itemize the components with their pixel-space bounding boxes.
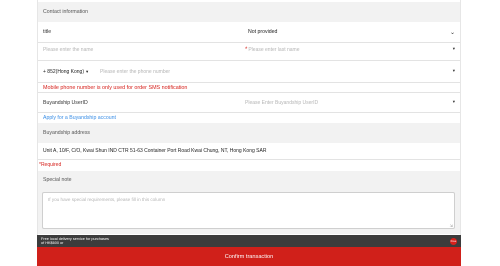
- special-note-title: Special note: [43, 177, 72, 183]
- last-name-placeholder: Please enter last name: [248, 47, 300, 53]
- address-title: Buyandship address: [43, 130, 91, 136]
- phone-code-select[interactable]: + 852(Hong Kong) ▾: [38, 62, 100, 82]
- required-note: *Required: [39, 162, 62, 168]
- buyandship-label-cell: Buyandship UserID: [38, 93, 243, 112]
- special-note-header: Special note: [38, 171, 460, 189]
- promo-text: Free local delivery service for purchase…: [41, 237, 109, 246]
- buyandship-label: Buyandship UserID: [43, 99, 88, 106]
- contact-info-header: Contact information: [38, 2, 460, 22]
- first-name-placeholder: Please enter the name: [43, 47, 94, 53]
- address-value-cell: Unit A, 10/F, C/O, Kwai Shun IND CTR 51-…: [38, 143, 460, 159]
- buyandship-placeholder: Please Enter Buyandship UserID: [245, 99, 319, 106]
- buyandship-row: Buyandship UserID Please Enter Buyandshi…: [38, 92, 460, 113]
- phone-placeholder: Please enter the phone number: [100, 69, 171, 75]
- phone-note: Mobile phone number is only used for ord…: [43, 85, 188, 91]
- title-label-cell: title: [38, 22, 243, 42]
- chevron-down-icon: ▾: [86, 69, 89, 74]
- required-mark: *: [245, 47, 248, 53]
- special-note-placeholder: If you have special requirements, please…: [48, 197, 166, 202]
- dropdown-caret-icon: ▾: [452, 99, 455, 104]
- confirm-transaction-button[interactable]: Confirm transaction: [37, 247, 461, 266]
- dropdown-caret-icon: ▾: [452, 46, 455, 51]
- address-value: Unit A, 10/F, C/O, Kwai Shun IND CTR 51-…: [43, 148, 267, 154]
- resize-handle-icon[interactable]: ⇲: [450, 223, 453, 228]
- promo-banner: Free local delivery service for purchase…: [37, 235, 461, 247]
- address-header: Buyandship address: [38, 123, 460, 143]
- phone-code-value: + 852(Hong Kong): [43, 69, 85, 75]
- contact-info-title: Contact information: [43, 9, 88, 15]
- apply-buyandship-link[interactable]: Apply for a Buyandship account: [43, 115, 116, 121]
- phone-number-field[interactable]: Please enter the phone number ▾: [100, 62, 460, 82]
- chevron-down-icon: ⌄: [449, 30, 455, 36]
- title-select[interactable]: Not provided ⌄: [243, 22, 460, 42]
- buyandship-userid-field[interactable]: Please Enter Buyandship UserID ▾: [243, 93, 460, 112]
- free-badge-label: Free: [450, 239, 457, 244]
- free-badge: Free: [450, 238, 457, 245]
- special-note-textarea[interactable]: If you have special requirements, please…: [42, 192, 455, 229]
- address-row: Unit A, 10/F, C/O, Kwai Shun IND CTR 51-…: [38, 143, 460, 160]
- title-label: title: [43, 29, 52, 35]
- name-row: Please enter the name * Please enter las…: [38, 40, 460, 61]
- confirm-label: Confirm transaction: [224, 253, 274, 260]
- first-name-field[interactable]: Please enter the name: [38, 40, 243, 60]
- phone-row: + 852(Hong Kong) ▾ Please enter the phon…: [38, 62, 460, 83]
- dropdown-caret-icon: ▾: [452, 68, 455, 73]
- title-select-value: Not provided: [248, 29, 278, 35]
- last-name-field[interactable]: * Please enter last name ▾: [243, 40, 460, 60]
